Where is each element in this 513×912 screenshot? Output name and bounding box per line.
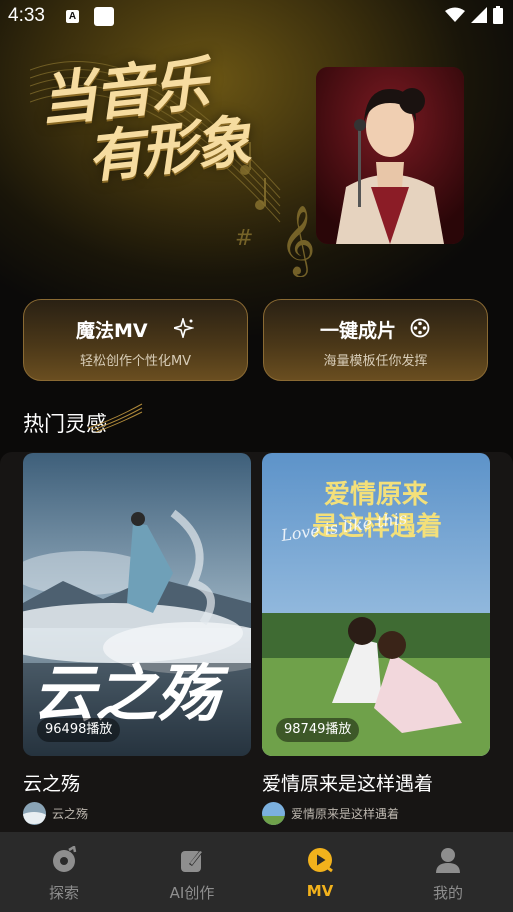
- avatar: [262, 802, 285, 825]
- notification-square-icon: [94, 7, 114, 26]
- author-name: 云之殇: [52, 807, 89, 821]
- tab-profile-label: 我的: [432, 884, 463, 902]
- magic-mv-button[interactable]: 魔法MV 轻松创作个性化MV: [23, 299, 248, 381]
- svg-text:𝄞: 𝄞: [280, 205, 315, 277]
- film-reel-icon: [410, 318, 430, 338]
- card-title[interactable]: 云之殇: [23, 769, 80, 796]
- tab-mv-label: MV: [306, 882, 334, 900]
- sparkle-icon: [174, 318, 194, 338]
- avatar: [23, 802, 46, 825]
- tab-mv[interactable]: MV: [256, 832, 384, 912]
- author-name: 爱情原来是这样遇着: [291, 807, 400, 821]
- hero-title: 当音乐 有形象: [36, 49, 252, 193]
- one-click-film-title: 一键成片: [320, 320, 397, 342]
- status-time: 4:33: [8, 5, 45, 26]
- ai-create-icon: [181, 850, 203, 872]
- one-click-film-subtitle: 海量模板任你发挥: [323, 354, 428, 369]
- bottom-tab-bar: 探索 AI创作 MV 我的: [0, 832, 513, 912]
- tab-ai-create-label: AI创作: [169, 884, 215, 902]
- card-author[interactable]: 爱情原来是这样遇着: [262, 802, 399, 825]
- status-bar: 4:33 A: [0, 0, 513, 34]
- mv-play-icon: [308, 848, 333, 873]
- play-count: 98749播放: [276, 718, 360, 742]
- cover-title-line1: 爱情原来: [324, 480, 429, 510]
- music-swoosh-icon: [88, 403, 143, 432]
- hero-banner[interactable]: 𝄞 # 当音乐 有形象: [0, 0, 513, 335]
- card-title[interactable]: 爱情原来是这样遇着: [262, 769, 433, 796]
- tab-explore-label: 探索: [48, 884, 79, 902]
- hero-title-line2: 有形象: [84, 107, 253, 191]
- card-author[interactable]: 云之殇: [23, 802, 88, 825]
- tab-explore[interactable]: 探索: [0, 832, 128, 912]
- svg-text:#: #: [235, 226, 253, 251]
- battery-icon: [493, 6, 503, 24]
- play-count: 96498播放: [37, 718, 121, 742]
- magic-mv-subtitle: 轻松创作个性化MV: [79, 354, 192, 369]
- feed-card-cover[interactable]: 云之殇 96498播放: [23, 453, 251, 756]
- magic-mv-title: 魔法MV: [76, 320, 148, 342]
- feed-card-cover[interactable]: 爱情原来 是这样遇着 Love is like this 98749播放: [262, 453, 490, 756]
- signal-icon: [471, 7, 487, 23]
- notification-a-icon: A: [66, 10, 79, 23]
- tab-profile[interactable]: 我的: [384, 832, 512, 912]
- profile-icon: [436, 848, 460, 873]
- tab-ai-create[interactable]: AI创作: [128, 832, 256, 912]
- wifi-icon: [445, 7, 465, 22]
- one-click-film-button[interactable]: 一键成片 海量模板任你发挥: [263, 299, 488, 381]
- explore-icon: [53, 846, 77, 872]
- hero-singer-image: [316, 67, 464, 244]
